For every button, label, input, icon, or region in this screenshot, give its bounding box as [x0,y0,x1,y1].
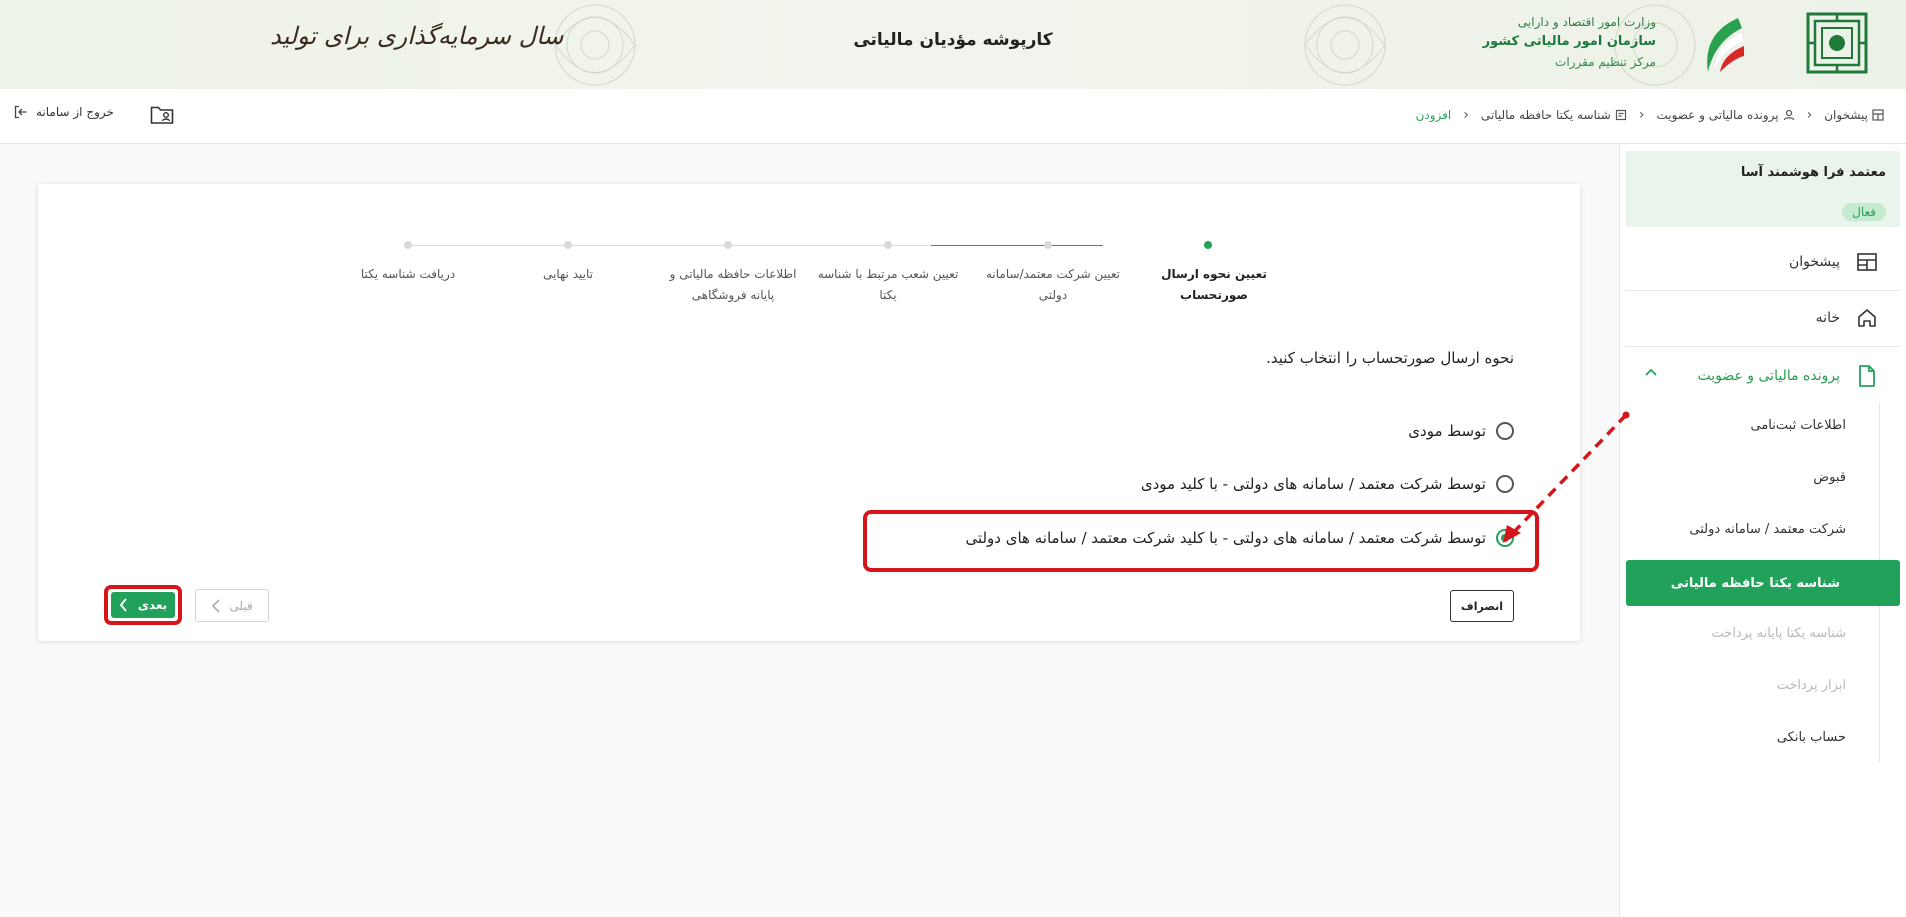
sidebar-item-label: خانه [1815,310,1840,326]
step-dot-6 [404,241,412,249]
stepper-line [410,245,931,246]
stepper-line [931,245,1103,246]
sidebar-item-label: پرونده مالیاتی و عضویت [1697,368,1840,384]
document-icon [1856,365,1878,387]
sidebar-subitem-payment-tools: ابزار پرداخت [1776,678,1846,693]
dashboard-icon [1856,251,1878,273]
previous-label: قبلی [229,598,253,613]
dashboard-icon [1872,109,1884,121]
chevron-left-icon: ‹ [1638,107,1645,123]
step-label-line: دولتی [1038,288,1068,302]
breadcrumb-label: پیشخوان [1824,108,1868,122]
step-label-line: صورتحساب [1180,288,1248,302]
organization-name: وزارت امور اقتصاد و دارایی سازمان امور م… [1483,12,1656,72]
annotation-highlight-box: بعدی [104,585,182,625]
sidebar: معتمد فرا هوشمند آسا فعال پیشخوان خانه پ… [1619,144,1906,917]
chevron-left-icon: ‹ [1806,107,1813,123]
sidebar-subitem-trusted-company[interactable]: شرکت معتمد / سامانه دولتی [1689,522,1846,537]
step-label-line: تایید نهایی [543,267,593,281]
org-regulation-center: مرکز تنظیم مقررات [1555,55,1656,69]
step-label-line: یکتا [879,288,897,302]
step-label-line: تعیین شعب مرتبط با شناسه [817,267,959,281]
home-icon [1856,307,1878,329]
logout-icon [14,105,27,119]
step-label-4: اطلاعات حافظه مالیاتی و پایانه فروشگاهی [658,264,808,306]
flag-swoosh-icon [1707,18,1745,73]
step-label-5: تایید نهایی [493,264,643,285]
year-slogan: سال سرمایه‌گذاری برای تولید [270,22,564,50]
tax-org-logo-icon [1806,12,1868,74]
option-trusted-taxpayer-key[interactable]: توسط شرکت معتمد / سامانه های دولتی - با … [1141,475,1514,493]
chevron-left-icon: ‹ [1463,107,1469,123]
step-dot-1 [1204,241,1212,249]
radio-button[interactable] [1496,475,1514,493]
radio-button[interactable] [1496,422,1514,440]
breadcrumb-item-unique-id[interactable]: شناسه یکتا حافظه مالیاتی [1481,108,1627,122]
logout-link[interactable]: خروج از سامانه [14,105,114,119]
breadcrumb-item-tax-file[interactable]: پرونده مالیاتی و عضویت [1656,108,1794,122]
org-ministry: وزارت امور اقتصاد و دارایی [1517,15,1656,29]
folder-user-icon[interactable] [150,104,174,126]
step-dot-4 [724,241,732,249]
sidebar-subitem-bills[interactable]: قبوض [1813,470,1846,485]
breadcrumb: پیشخوان ‹ پرونده مالیاتی و عضویت ‹ شناسه… [1416,107,1884,123]
breadcrumb-item-add: افزودن [1416,108,1452,122]
previous-button: قبلی [195,589,269,622]
sidebar-subitem-label: شناسه یکتا حافظه مالیاتی [1670,575,1840,591]
sidebar-subitem-registration-info[interactable]: اطلاعات ثبت‌نامی [1751,418,1847,433]
user-icon [1783,109,1794,121]
breadcrumb-item-dashboard[interactable]: پیشخوان [1824,108,1884,122]
chevron-left-icon [119,598,127,612]
next-button[interactable]: بعدی [111,592,175,618]
memo-icon [1615,109,1626,121]
chevron-left-icon [212,598,220,613]
step-dot-3 [884,241,892,249]
user-card: معتمد فرا هوشمند آسا فعال [1626,151,1900,227]
step-label-2: تعیین شرکت معتمد/سامانه دولتی [973,264,1133,306]
step-label-line: دریافت شناسه یکتا [360,267,456,281]
step-dot-2 [1044,241,1052,249]
app-header: کارپوشه مؤدیان مالیاتی سال سرمایه‌گذاری … [0,0,1906,89]
divider [1626,290,1900,291]
step-label-line: تعیین شرکت معتمد/سامانه [986,267,1120,281]
wizard-card: تعیین نحوه ارسال صورتحساب تعیین شرکت معت… [38,184,1580,641]
chevron-up-icon[interactable] [1644,366,1658,380]
step-label-line: تعیین نحوه ارسال [1161,267,1267,281]
option-by-taxpayer[interactable]: توسط مودی [1408,422,1514,440]
option-label: توسط مودی [1408,422,1486,440]
step-label-1: تعیین نحوه ارسال صورتحساب [1139,264,1289,306]
breadcrumb-label: شناسه یکتا حافظه مالیاتی [1480,108,1611,122]
sidebar-item-dashboard[interactable]: پیشخوان [1620,238,1906,286]
org-tax-affairs: سازمان امور مالیاتی کشور [1482,34,1656,49]
user-name: معتمد فرا هوشمند آسا [1740,165,1886,180]
step-dot-5 [564,241,572,249]
next-label: بعدی [137,598,168,612]
step-label-3: تعیین شعب مرتبط با شناسه یکتا [808,264,968,306]
logout-label: خروج از سامانه [36,105,114,119]
divider [1626,346,1900,347]
sidebar-item-home[interactable]: خانه [1620,294,1906,342]
sidebar-item-label: پیشخوان [1788,254,1840,270]
status-badge: فعال [1842,203,1886,221]
form-question: نحوه ارسال صورتحساب را انتخاب کنید. [1266,349,1514,367]
option-label: توسط شرکت معتمد / سامانه های دولتی - با … [1140,475,1486,493]
step-label-line: پایانه فروشگاهی [691,288,775,302]
breadcrumb-label: افزودن [1415,108,1452,122]
top-bar: پیشخوان ‹ پرونده مالیاتی و عضویت ‹ شناسه… [0,89,1906,144]
sidebar-subitem-payment-terminal-id: شناسه یکتا پایانه پرداخت [1711,626,1846,641]
sidebar-item-tax-file[interactable]: پرونده مالیاتی و عضویت [1620,352,1906,400]
step-label-line: اطلاعات حافظه مالیاتی و [669,267,797,281]
sidebar-subitem-fiscal-memory-id[interactable]: شناسه یکتا حافظه مالیاتی [1626,560,1900,606]
sidebar-subitem-bank-account[interactable]: حساب بانکی [1777,730,1846,745]
annotation-highlight-box [863,510,1539,572]
cancel-button[interactable]: انصراف [1450,590,1514,622]
breadcrumb-label: پرونده مالیاتی و عضویت [1656,108,1779,122]
step-label-6: دریافت شناسه یکتا [333,264,483,285]
